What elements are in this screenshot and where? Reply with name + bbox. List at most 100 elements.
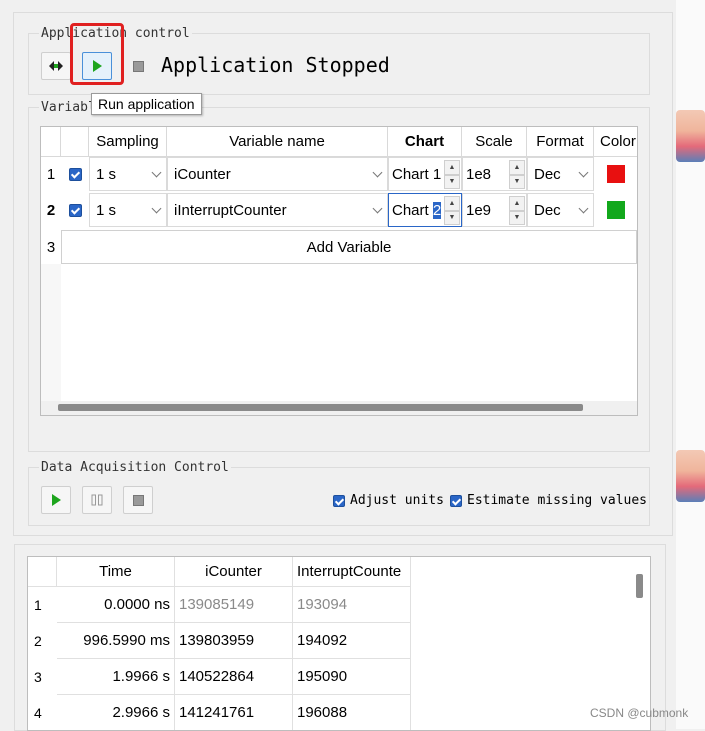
chevron-down-icon xyxy=(151,203,162,213)
spin-up-icon[interactable]: ▲ xyxy=(509,196,525,211)
spin-buttons[interactable]: ▲ ▼ xyxy=(444,160,460,189)
vertical-scrollbar-thumb[interactable] xyxy=(636,574,643,598)
pause-acquisition-button[interactable] xyxy=(82,486,112,514)
start-acquisition-button[interactable] xyxy=(41,486,71,514)
interrupt-cell: 196088 xyxy=(293,695,411,730)
connect-icon xyxy=(49,61,63,71)
pause-icon xyxy=(91,494,103,506)
row-number: 1 xyxy=(34,597,42,613)
sampling-value: 1 s xyxy=(96,165,117,183)
color-cell[interactable] xyxy=(594,193,637,227)
format-value: Dec xyxy=(534,165,561,183)
side-strip xyxy=(676,0,705,729)
time-cell: 2.9966 s xyxy=(57,695,175,730)
connect-button[interactable] xyxy=(41,52,71,80)
chart-spinbox-editing[interactable]: Chart 2 ▲ ▼ xyxy=(388,193,462,227)
time-cell: 996.5990 ms xyxy=(57,623,175,659)
variables-table: Sampling Variable name Chart Scale Forma… xyxy=(40,126,638,416)
adjust-units-checkbox[interactable] xyxy=(333,494,345,507)
icounter-cell: 139085149 xyxy=(175,587,293,623)
col-header-time[interactable]: Time xyxy=(57,557,175,587)
row-number: 3 xyxy=(34,669,42,685)
format-value: Dec xyxy=(534,201,561,219)
interrupt-cell: 195090 xyxy=(293,659,411,695)
chart-prefix: Chart xyxy=(392,201,433,219)
row-header-gutter xyxy=(41,264,61,401)
sampling-select[interactable]: 1 s xyxy=(89,193,167,227)
variable-name-select[interactable]: iCounter xyxy=(167,157,388,191)
spin-buttons[interactable]: ▲ ▼ xyxy=(509,196,525,225)
row-enabled-checkbox[interactable] xyxy=(61,157,89,191)
spin-down-icon[interactable]: ▼ xyxy=(509,174,525,189)
chart-selected-text[interactable]: 2 xyxy=(432,201,442,219)
acquisition-title: Data Acquisition Control xyxy=(39,460,231,475)
row-number: 4 xyxy=(34,705,42,721)
spin-up-icon[interactable]: ▲ xyxy=(444,160,460,175)
col-header-scale[interactable]: Scale xyxy=(462,127,527,157)
spin-up-icon[interactable]: ▲ xyxy=(444,196,460,211)
stop-icon xyxy=(132,60,144,72)
corner-header xyxy=(41,127,61,157)
app-status: Application Stopped xyxy=(161,53,390,77)
highlight-annotation xyxy=(70,23,124,85)
chevron-down-icon xyxy=(372,167,383,177)
spin-down-icon[interactable]: ▼ xyxy=(444,174,460,189)
chevron-down-icon xyxy=(578,167,589,177)
color-swatch[interactable] xyxy=(606,201,625,219)
spin-buttons[interactable]: ▲ ▼ xyxy=(509,160,525,189)
adjust-units-option[interactable]: Adjust units xyxy=(333,493,444,508)
spin-up-icon[interactable]: ▲ xyxy=(509,160,525,175)
row-enabled-checkbox[interactable] xyxy=(61,193,89,227)
add-variable-button[interactable]: Add Variable xyxy=(61,230,637,264)
chevron-down-icon xyxy=(151,167,162,177)
watermark: CSDN @cubmonk xyxy=(590,706,689,720)
play-icon xyxy=(51,494,61,506)
row-number: 2 xyxy=(46,201,56,219)
icounter-cell: 139803959 xyxy=(175,623,293,659)
sampling-select[interactable]: 1 s xyxy=(89,157,167,191)
spin-down-icon[interactable]: ▼ xyxy=(509,210,525,225)
format-select[interactable]: Dec xyxy=(527,157,594,191)
adjust-units-label: Adjust units xyxy=(350,493,444,508)
avatar xyxy=(676,110,705,162)
col-header-interrupt[interactable]: InterruptCounte xyxy=(293,557,411,587)
color-swatch[interactable] xyxy=(606,165,625,183)
chevron-down-icon xyxy=(372,203,383,213)
estimate-missing-label: Estimate missing values xyxy=(467,493,648,508)
row-number: 3 xyxy=(46,238,56,256)
scale-spinbox[interactable]: 1e9 ▲ ▼ xyxy=(462,193,527,227)
chart-value: Chart 1 xyxy=(392,165,442,183)
enabled-header xyxy=(61,127,89,157)
stop-acquisition-button[interactable] xyxy=(123,486,153,514)
scale-spinbox[interactable]: 1e8 ▲ ▼ xyxy=(462,157,527,191)
variables-title: Variabl xyxy=(39,100,98,115)
horizontal-scrollbar-thumb[interactable] xyxy=(58,404,583,411)
stop-button[interactable] xyxy=(123,52,153,80)
col-header-icounter[interactable]: iCounter xyxy=(175,557,293,587)
data-table: Time iCounter InterruptCounte 1 0.0000 n… xyxy=(27,556,651,731)
col-header-sampling[interactable]: Sampling xyxy=(89,127,167,157)
stop-icon xyxy=(132,494,144,506)
estimate-missing-option[interactable]: Estimate missing values xyxy=(450,493,647,508)
estimate-missing-checkbox[interactable] xyxy=(450,494,462,507)
format-select[interactable]: Dec xyxy=(527,193,594,227)
chart-spinbox[interactable]: Chart 1 ▲ ▼ xyxy=(388,157,462,191)
spin-buttons[interactable]: ▲ ▼ xyxy=(444,196,460,225)
corner-header xyxy=(28,557,57,587)
variable-name-select[interactable]: iInterruptCounter xyxy=(167,193,388,227)
color-cell[interactable] xyxy=(594,157,637,191)
chevron-down-icon xyxy=(578,203,589,213)
spin-down-icon[interactable]: ▼ xyxy=(444,210,460,225)
col-header-chart[interactable]: Chart xyxy=(388,127,462,157)
row-number: 1 xyxy=(46,165,56,183)
avatar xyxy=(676,450,705,502)
col-header-variable-name[interactable]: Variable name xyxy=(167,127,388,157)
scale-value: 1e9 xyxy=(466,201,492,219)
interrupt-cell: 193094 xyxy=(293,587,411,623)
col-header-color[interactable]: Color xyxy=(594,127,637,157)
col-header-format[interactable]: Format xyxy=(527,127,594,157)
icounter-cell: 141241761 xyxy=(175,695,293,730)
sampling-value: 1 s xyxy=(96,201,117,219)
variable-name-value: iCounter xyxy=(174,165,231,183)
time-cell: 1.9966 s xyxy=(57,659,175,695)
